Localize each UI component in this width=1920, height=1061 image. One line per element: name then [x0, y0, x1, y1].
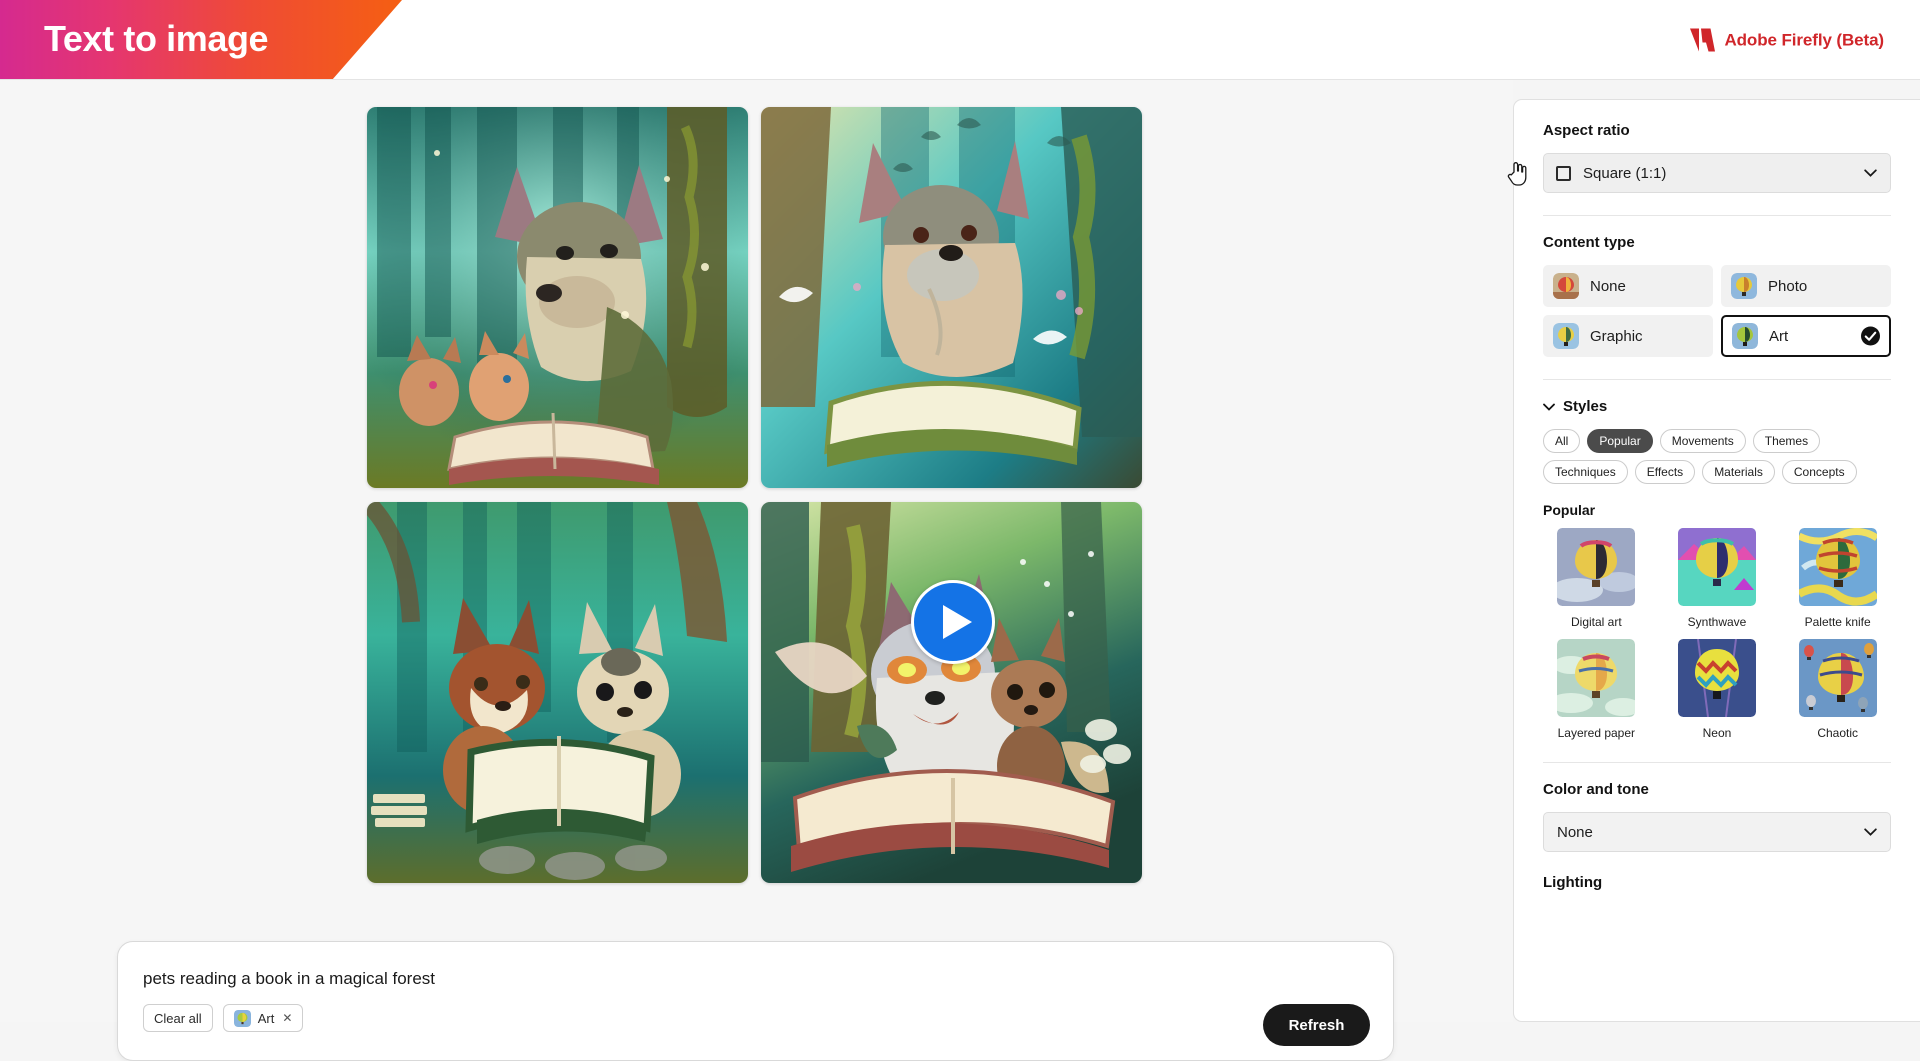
style-synthwave-label: Synthwave: [1687, 615, 1747, 629]
brand-logo: Adobe Firefly (Beta): [1690, 28, 1884, 52]
style-chaotic[interactable]: Chaotic: [1784, 639, 1891, 740]
chevron-down-icon: [1864, 169, 1877, 177]
results-canvas: [0, 80, 1513, 1022]
style-filter-movements[interactable]: Movements: [1659, 429, 1746, 453]
content-type-photo[interactable]: Photo: [1721, 265, 1891, 307]
content-type-none[interactable]: None: [1543, 265, 1713, 307]
page-title: Text to image: [44, 17, 269, 59]
lighting-title: Lighting: [1543, 874, 1603, 891]
generated-image-4-art: [761, 502, 1142, 883]
style-neon[interactable]: Neon: [1664, 639, 1771, 740]
style-palette-knife-label: Palette knife: [1804, 615, 1871, 629]
style-filter-materials[interactable]: Materials: [1702, 460, 1775, 484]
app-header: Text to image Adobe Firefly (Beta): [0, 0, 1920, 80]
style-filter-techniques[interactable]: Techniques: [1543, 460, 1628, 484]
section-divider-3: [1543, 762, 1891, 763]
balloon-thumbnail-icon: [1732, 323, 1758, 349]
style-chaotic-label: Chaotic: [1817, 726, 1858, 740]
generated-image-2-art: [761, 107, 1142, 488]
clear-all-label: Clear all: [154, 1010, 202, 1026]
clear-all-button[interactable]: Clear all: [143, 1004, 213, 1032]
content-type-none-label: None: [1590, 277, 1626, 295]
content-type-photo-label: Photo: [1768, 277, 1808, 295]
style-layered-paper-label: Layered paper: [1557, 726, 1636, 740]
header-divider: [0, 79, 1920, 80]
check-icon: [1861, 326, 1880, 346]
content-type-graphic-label: Graphic: [1590, 327, 1643, 345]
content-type-art-label: Art: [1769, 327, 1789, 345]
style-filter-effects[interactable]: Effects: [1634, 460, 1696, 484]
color-and-tone-value: None: [1557, 823, 1593, 841]
balloon-thumbnail-icon: [1553, 323, 1579, 349]
prompt-chips: Clear all Art ✕: [143, 1004, 304, 1032]
play-icon: [942, 605, 972, 639]
popular-group-label: Popular: [1543, 502, 1596, 518]
square-icon: [1556, 165, 1571, 181]
refresh-button[interactable]: Refresh: [1263, 1004, 1370, 1046]
prompt-bar[interactable]: pets reading a book in a magical forest …: [117, 941, 1394, 1061]
brand-name: Adobe Firefly (Beta): [1724, 30, 1884, 49]
styles-section-header[interactable]: Styles: [1543, 398, 1891, 415]
content-type-title: Content type: [1543, 234, 1635, 251]
style-palette-knife[interactable]: Palette knife: [1784, 528, 1891, 629]
balloon-thumbnail-icon: [1557, 639, 1636, 717]
style-filter-themes[interactable]: Themes: [1752, 429, 1821, 453]
adobe-logo-icon: [1690, 28, 1716, 52]
style-filter-pills: All Popular Movements Themes Techniques …: [1543, 429, 1891, 484]
balloon-thumbnail-icon: [1798, 639, 1877, 717]
balloon-thumbnail-icon: [1557, 528, 1636, 606]
style-filter-popular[interactable]: Popular: [1587, 429, 1653, 453]
play-button[interactable]: [911, 580, 995, 664]
generated-image-1-art: [367, 107, 748, 488]
generated-image-2[interactable]: [761, 107, 1142, 488]
balloon-thumbnail-icon: [1677, 639, 1756, 717]
color-and-tone-title: Color and tone: [1543, 781, 1649, 798]
aspect-ratio-select[interactable]: Square (1:1): [1543, 153, 1891, 193]
content-type-art[interactable]: Art: [1721, 315, 1891, 357]
styles-title: Styles: [1563, 398, 1608, 415]
section-divider-2: [1543, 379, 1891, 380]
prompt-input[interactable]: pets reading a book in a magical forest: [143, 969, 435, 989]
style-digital-art[interactable]: Digital art: [1543, 528, 1650, 629]
content-type-graphic[interactable]: Graphic: [1543, 315, 1713, 357]
aspect-ratio-value: Square (1:1): [1583, 164, 1667, 182]
balloon-thumbnail-icon: [1798, 528, 1877, 606]
aspect-ratio-title: Aspect ratio: [1543, 122, 1630, 139]
generated-image-4[interactable]: [761, 502, 1142, 883]
style-filter-concepts[interactable]: Concepts: [1781, 460, 1857, 484]
balloon-thumbnail-icon: [233, 1009, 251, 1027]
style-chip-art[interactable]: Art ✕: [222, 1004, 304, 1032]
generated-image-3-art: [367, 502, 748, 883]
content-type-options: None Photo Graphic Art: [1543, 265, 1891, 357]
generated-image-grid: [367, 107, 1142, 888]
style-chip-label: Art: [257, 1010, 275, 1026]
close-icon[interactable]: ✕: [282, 1011, 292, 1025]
style-synthwave[interactable]: Synthwave: [1664, 528, 1771, 629]
chevron-down-icon: [1543, 403, 1555, 411]
style-digital-art-label: Digital art: [1570, 615, 1622, 629]
style-thumbnail-grid: Digital art Synthwave Palette knife Laye…: [1543, 528, 1891, 740]
style-filter-all[interactable]: All: [1543, 429, 1581, 453]
section-divider-1: [1543, 215, 1891, 216]
balloon-thumbnail-icon: [1731, 273, 1757, 299]
generated-image-1[interactable]: [367, 107, 748, 488]
balloon-thumbnail-icon: [1677, 528, 1756, 606]
style-neon-label: Neon: [1702, 726, 1732, 740]
settings-sidebar: Aspect ratio Square (1:1) Content type N…: [1513, 99, 1920, 1022]
chevron-down-icon: [1864, 828, 1877, 836]
style-layered-paper[interactable]: Layered paper: [1543, 639, 1650, 740]
balloon-thumbnail-icon: [1553, 273, 1579, 299]
generated-image-3[interactable]: [367, 502, 748, 883]
color-and-tone-select[interactable]: None: [1543, 812, 1891, 852]
page-title-banner: Text to image: [0, 0, 402, 80]
